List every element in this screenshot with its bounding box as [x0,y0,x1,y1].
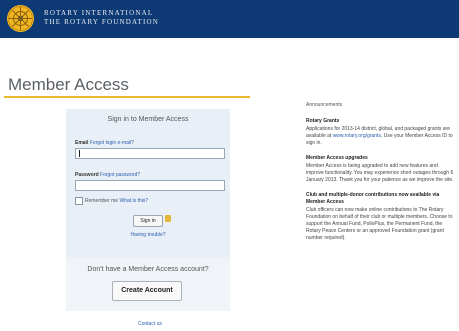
password-field[interactable] [75,180,225,191]
brand-line-1: ROTARY INTERNATIONAL [44,9,154,17]
create-account-panel: Don't have a Member Access account? Crea… [66,257,230,311]
signin-button[interactable]: Sign in [133,215,163,227]
announcement-body: Member Access is being upgraded to add n… [306,163,454,183]
password-label: Password [75,172,99,178]
text-cursor [79,150,80,157]
no-account-prompt: Don't have a Member Access account? [87,266,209,273]
site-header: ROTARY INTERNATIONAL THE ROTARY FOUNDATI… [0,0,459,38]
announcement-title: Member Access upgrades [306,155,368,161]
email-field[interactable] [75,148,225,159]
signin-panel: Sign in to Member Access Email Forgot lo… [66,109,230,263]
announcement-body: Club officers can now make online contri… [306,207,453,241]
email-label-row: Email Forgot login e-mail? [75,140,134,146]
remember-me-checkbox[interactable] [75,197,83,205]
rotary-wheel-logo[interactable] [7,5,34,32]
title-divider [4,96,250,98]
grants-link[interactable]: www.rotary.org/grants [333,133,381,139]
announcement-title: Rotary Grants [306,118,340,124]
contact-us-link[interactable]: Contact us [138,321,162,327]
remember-me-label: Remember me [85,198,119,204]
announcement-body: Applications for 2013-14 district, globa… [306,126,456,147]
brand-name: ROTARY INTERNATIONAL THE ROTARY FOUNDATI… [44,9,159,27]
remember-me-row: Remember me What is this? [85,198,148,204]
page-title: Member Access [8,75,129,94]
signin-title: Sign in to Member Access [107,116,189,123]
announcements-sidebar: Announcements Rotary Grants Applications… [306,102,456,250]
email-label: Email [75,140,89,146]
brand-line-2: THE ROTARY FOUNDATION [44,18,159,26]
forgot-email-link[interactable]: Forgot login e-mail? [90,140,134,146]
lock-icon [165,215,171,222]
having-trouble-link[interactable]: Having trouble? [66,232,230,238]
password-label-row: Password Forgot password? [75,172,140,178]
create-account-button[interactable]: Create Account [112,281,182,301]
announcements-heading: Announcements [306,102,343,108]
what-is-this-link[interactable]: What is this? [119,198,148,204]
forgot-password-link[interactable]: Forgot password? [100,172,140,178]
announcement-title: Club and multiple-donor contributions no… [306,192,440,205]
